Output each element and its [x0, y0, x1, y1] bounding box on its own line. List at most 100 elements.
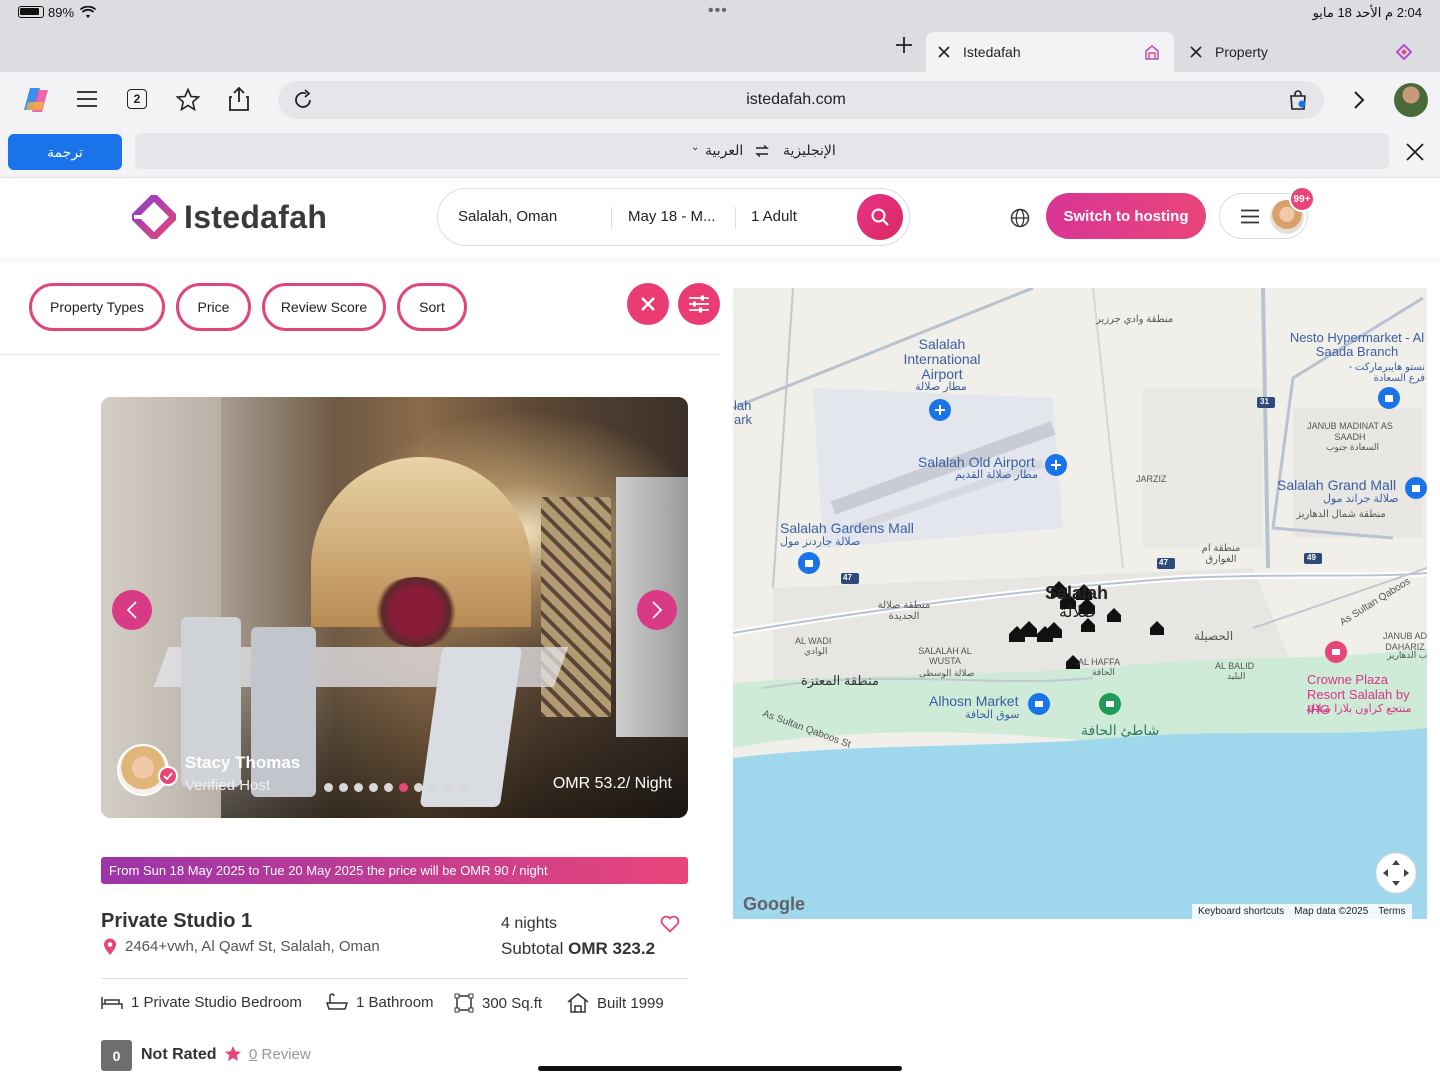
filter-property-types[interactable]: Property Types	[29, 283, 165, 331]
spec-bathroom: 1 Bathroom	[326, 993, 434, 1011]
advanced-filters-button[interactable]	[678, 283, 720, 325]
listing-title[interactable]: Private Studio 1	[101, 910, 252, 933]
multitask-dots[interactable]: •••	[708, 2, 728, 20]
route-shield: 47	[1159, 558, 1168, 567]
user-menu-button[interactable]: 99+	[1219, 186, 1315, 239]
switch-to-hosting-button[interactable]: Switch to hosting	[1046, 193, 1206, 239]
target-language[interactable]: العربية	[705, 142, 743, 159]
site-header: Istedafah Salalah, Oman May 18 - M... 1 …	[0, 178, 1440, 258]
sliders-icon	[689, 295, 709, 313]
map-label-beach[interactable]: شاطئ الحافة	[1081, 722, 1159, 739]
map-label: منتجع كراون بلازا صلالة	[1306, 703, 1412, 715]
logo-icon	[132, 195, 176, 239]
map-label: منطقة المعتزة	[801, 673, 879, 688]
site-logo[interactable]: Istedafah	[132, 195, 327, 239]
close-icon	[641, 297, 655, 311]
pagination-dot[interactable]	[414, 783, 423, 792]
profile-avatar[interactable]	[1394, 83, 1428, 117]
photo-pagination[interactable]	[324, 783, 468, 792]
pagination-dot[interactable]	[459, 783, 468, 792]
language-selector[interactable]: ⌄ العربية الإنجليزية	[135, 133, 1389, 169]
tab-istedafah[interactable]: Istedafah	[926, 32, 1174, 72]
bathtub-icon	[326, 993, 348, 1010]
rating-score-badge: 0	[101, 1040, 132, 1071]
pagination-dot[interactable]	[399, 783, 408, 792]
share-icon[interactable]	[228, 86, 250, 112]
address-bar[interactable]: istedafah.com	[278, 81, 1324, 119]
shopping-bag-icon[interactable]	[1288, 90, 1308, 110]
map-data-credit: Map data ©2025	[1294, 906, 1369, 917]
menu-icon[interactable]	[76, 90, 98, 108]
search-bar[interactable]: Salalah, Oman May 18 - M... 1 Adult	[437, 188, 910, 246]
home-indicator[interactable]	[538, 1066, 902, 1071]
pagination-dot[interactable]	[339, 783, 348, 792]
translate-button[interactable]: ترجمة	[8, 134, 122, 170]
search-guests[interactable]: 1 Adult	[751, 208, 797, 225]
map-label: منطقة ام الغوارق	[1201, 543, 1241, 565]
search-dates[interactable]: May 18 - M...	[628, 208, 716, 225]
search-button[interactable]	[857, 194, 903, 240]
search-icon	[871, 208, 889, 226]
pagination-dot[interactable]	[444, 783, 453, 792]
pagination-dot[interactable]	[429, 783, 438, 792]
map-label: صلالة جراند مول	[1323, 493, 1399, 505]
next-photo-button[interactable]	[637, 590, 677, 630]
map-label-nesto[interactable]: Nesto Hypermarket - Al Saada Branch	[1289, 331, 1425, 359]
wifi-icon	[80, 6, 96, 18]
status-bar: 89% ••• 2:04 م الأحد 18 مايو	[0, 0, 1440, 26]
previous-photo-button[interactable]	[112, 590, 152, 630]
copilot-icon[interactable]	[18, 84, 52, 116]
map-label: منطقة صلالة الجديدة	[877, 600, 931, 622]
url-text: istedafah.com	[746, 91, 846, 108]
rating-label: Not Rated	[141, 1046, 217, 1063]
recenter-map-button[interactable]	[1386, 863, 1408, 885]
google-logo: Google	[743, 894, 805, 914]
map-label: نستو هايبرماركت - فرع السعادة	[1348, 362, 1425, 384]
map-label-airport[interactable]: Salalah International Airport	[899, 337, 985, 382]
close-icon[interactable]	[1406, 143, 1424, 161]
clear-filters-button[interactable]	[627, 283, 669, 325]
pagination-dot[interactable]	[354, 783, 363, 792]
battery-percent: 89%	[48, 5, 75, 20]
forward-icon[interactable]	[1352, 90, 1366, 110]
map-label: منطقة وادي جرزير	[1096, 314, 1174, 325]
swap-languages-icon[interactable]	[755, 145, 769, 157]
filter-review-score[interactable]: Review Score	[262, 283, 386, 331]
pagination-dot[interactable]	[384, 783, 393, 792]
map-footer: Keyboard shortcuts Map data ©2025 Terms	[1192, 904, 1412, 919]
keyboard-shortcuts-link[interactable]: Keyboard shortcuts	[1198, 906, 1284, 917]
review-label: Review	[261, 1046, 311, 1063]
area-icon	[454, 993, 474, 1013]
new-tab-icon[interactable]	[895, 36, 913, 54]
map-label-grand-mall[interactable]: Salalah Grand Mall	[1277, 477, 1396, 493]
spec-bedroom: 1 Private Studio Bedroom	[101, 993, 302, 1011]
map-panel[interactable]: منطقة وادي جرزير Salalah International A…	[733, 288, 1427, 919]
favorite-star-icon[interactable]	[176, 88, 200, 111]
close-tab-icon[interactable]	[938, 46, 950, 58]
heart-icon[interactable]	[660, 915, 680, 933]
close-tab-icon[interactable]	[1190, 46, 1202, 58]
source-language[interactable]: الإنجليزية	[783, 142, 836, 159]
terms-link[interactable]: Terms	[1378, 906, 1405, 917]
pagination-dot[interactable]	[324, 783, 333, 792]
route-shield: 47	[843, 573, 852, 582]
map-label-gardens-mall[interactable]: Salalah Gardens Mall	[780, 520, 914, 536]
globe-icon[interactable]	[1010, 208, 1030, 228]
price-notice-banner: From Sun 18 May 2025 to Tue 20 May 2025 …	[101, 857, 688, 884]
map-label-city: Salalah	[1045, 583, 1109, 603]
filter-sort[interactable]: Sort	[397, 283, 467, 331]
bed-icon	[101, 997, 123, 1009]
filter-price[interactable]: Price	[176, 283, 251, 331]
translate-bar: ترجمة ⌄ العربية الإنجليزية	[0, 128, 1440, 178]
map-label: صلالة جاردنز مول	[780, 536, 861, 548]
listing-photo[interactable]: Stacy Thomas Verified Host OMR 53.2/ Nig…	[101, 397, 688, 818]
pagination-dot[interactable]	[369, 783, 378, 792]
review-link[interactable]: 0 Review	[249, 1046, 311, 1063]
map-label: JANUB MADINAT AS SAADH	[1307, 421, 1393, 442]
tab-property[interactable]: Property	[1178, 32, 1428, 72]
search-location[interactable]: Salalah, Oman	[458, 208, 557, 225]
map-label-alhosn-market[interactable]: Alhosn Market	[929, 693, 1018, 709]
map-label: منطقة شمال الدهاريز	[1296, 509, 1386, 520]
tab-count-button[interactable]: 2	[127, 89, 147, 109]
battery-icon	[18, 6, 44, 18]
